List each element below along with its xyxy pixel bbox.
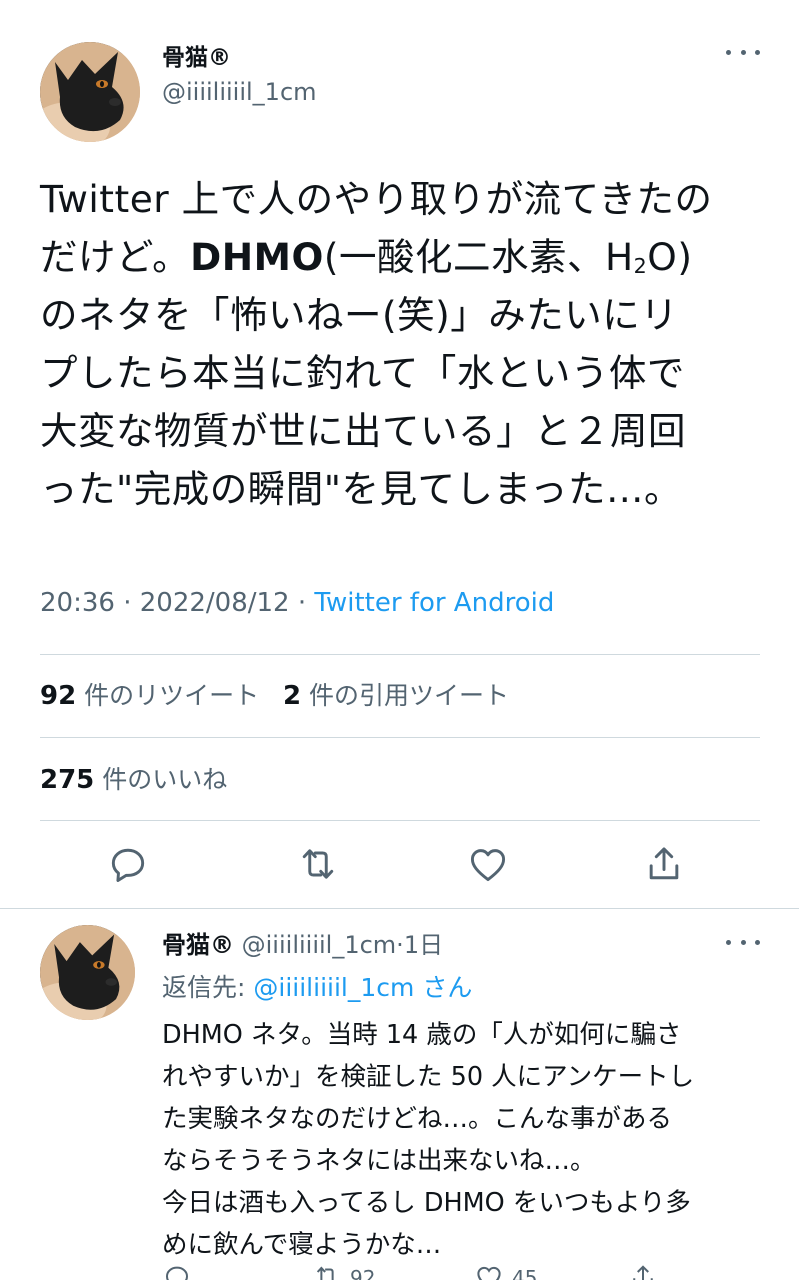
reply-text-line: れやすいか」を検証した 50 人にアンケートし <box>162 1062 695 1092</box>
more-options-icon[interactable] <box>726 45 760 59</box>
reply-action-bar <box>0 1262 799 1280</box>
like-label: 件のいいね <box>102 765 228 794</box>
retweets-stat[interactable]: 92 件のリツイート <box>40 681 260 711</box>
tweet-text-segment: だけど。 <box>40 235 191 279</box>
tweet-text-bold: DHMO <box>190 235 324 279</box>
reply-text-line: ならそうそうネタには出来ないね…。 <box>162 1146 596 1176</box>
reply-text-line: めに飲んで寝ようかな… <box>162 1230 442 1260</box>
more-options-icon[interactable] <box>726 935 760 949</box>
cat-avatar-image <box>40 925 135 1020</box>
reply-author-name[interactable]: 骨猫® <box>162 931 234 959</box>
reply-author-handle[interactable]: @iiiiliiiil_1cm <box>242 931 397 959</box>
quote-count: 2 <box>283 681 302 711</box>
replying-to-label: 返信先: <box>162 973 246 1002</box>
like-button[interactable] <box>466 842 510 886</box>
reply-text-line: 今日は酒も入ってるし DHMO をいつもより多 <box>162 1188 691 1218</box>
author-avatar[interactable] <box>40 42 140 142</box>
tweet-text-line: のネタを「怖いねー(笑)」みたいにリ <box>40 293 679 337</box>
reply-icon <box>165 1266 189 1280</box>
replying-to: 返信先: @iiiiliiiil_1cm さん <box>162 968 472 1004</box>
retweet-icon <box>316 1266 334 1280</box>
reply-text-line: た実験ネタなのだけどね…。こんな事がある <box>162 1104 673 1134</box>
retweet-label: 件のリツイート <box>84 681 260 710</box>
divider <box>40 654 760 655</box>
retweet-button[interactable] <box>296 842 340 886</box>
author-handle[interactable]: @iiiiliiiil_1cm <box>162 78 317 106</box>
tweet-text-line: 大変な物質が世に出ている」と２周回 <box>40 409 686 453</box>
tweet-detail-page: 骨猫® @iiiiliiiil_1cm Twitter 上で人のやり取りが流てき… <box>0 0 799 1280</box>
mention-suffix: さん <box>422 973 473 1002</box>
reply-like-button[interactable] <box>474 1262 504 1280</box>
replying-to-mention[interactable]: @iiiiliiiil_1cm さん <box>253 973 472 1002</box>
tweet-text-line: った"完成の瞬間"を見てしまった…。 <box>40 467 682 511</box>
reply-button[interactable] <box>106 842 150 886</box>
reply-author-avatar[interactable] <box>40 925 135 1020</box>
tweet-date[interactable]: 2022/08/12 <box>140 588 290 618</box>
divider <box>40 737 760 738</box>
reply-retweet-count: 92 <box>350 1266 376 1280</box>
reply-text: DHMO ネタ。当時 14 歳の「人が如何に騙さ れやすいか」を検証した 50 … <box>162 1014 762 1266</box>
tweet-text-line: プしたら本当に釣れて「水という体で <box>40 351 685 395</box>
share-button[interactable] <box>642 842 686 886</box>
retweet-count: 92 <box>40 681 77 711</box>
reply-header: 骨猫® @iiiiliiiil_1cm·1日 <box>162 925 443 960</box>
reply-reply-button[interactable] <box>162 1262 192 1280</box>
likes-stat[interactable]: 275 件のいいね <box>40 760 227 796</box>
reply-like-count: 45 <box>512 1266 538 1280</box>
like-count: 275 <box>40 765 95 795</box>
tweet-source-link[interactable]: Twitter for Android <box>314 588 554 618</box>
share-icon <box>633 1265 653 1280</box>
quote-label: 件の引用ツイート <box>309 681 510 710</box>
tweet-text-subscript: 2 <box>633 254 648 279</box>
tweet-text-segment: (一酸化二水素、H <box>323 235 634 279</box>
reply-text-line: DHMO ネタ。当時 14 歳の「人が如何に騙さ <box>162 1020 682 1050</box>
quotes-stat[interactable]: 2 件の引用ツイート <box>283 681 510 711</box>
meta-separator: · <box>297 588 307 618</box>
cat-avatar-image <box>40 42 140 142</box>
reply-age[interactable]: 1日 <box>404 931 443 959</box>
mention-handle: @iiiiliiiil_1cm <box>253 973 415 1002</box>
heart-icon <box>477 1266 501 1280</box>
thread-divider <box>0 908 799 909</box>
tweet-time[interactable]: 20:36 <box>40 588 115 618</box>
divider <box>40 820 760 821</box>
heart-icon <box>470 849 506 882</box>
retweet-icon <box>302 849 334 879</box>
meta-separator: · <box>123 588 132 618</box>
tweet-text-segment: O) <box>647 235 693 279</box>
meta-separator: · <box>396 931 404 959</box>
tweet-text: Twitter 上で人のやり取りが流てきたの だけど。DHMO(一酸化二水素、H… <box>40 170 770 518</box>
tweet-text-line: Twitter 上で人のやり取りが流てきたの <box>40 177 713 221</box>
share-icon <box>649 847 679 880</box>
tweet-action-bar <box>0 842 799 890</box>
reply-share-button[interactable] <box>628 1262 658 1280</box>
reply-retweet-button[interactable] <box>312 1262 342 1280</box>
engagement-stats: 92 件のリツイート 2 件の引用ツイート <box>40 676 509 712</box>
author-name[interactable]: 骨猫® <box>162 38 231 72</box>
tweet-text-line: だけど。DHMO(一酸化二水素、H2O) <box>40 228 770 286</box>
tweet-metadata: 20:36 · 2022/08/12 · Twitter for Android <box>40 588 554 618</box>
reply-icon <box>111 848 145 882</box>
